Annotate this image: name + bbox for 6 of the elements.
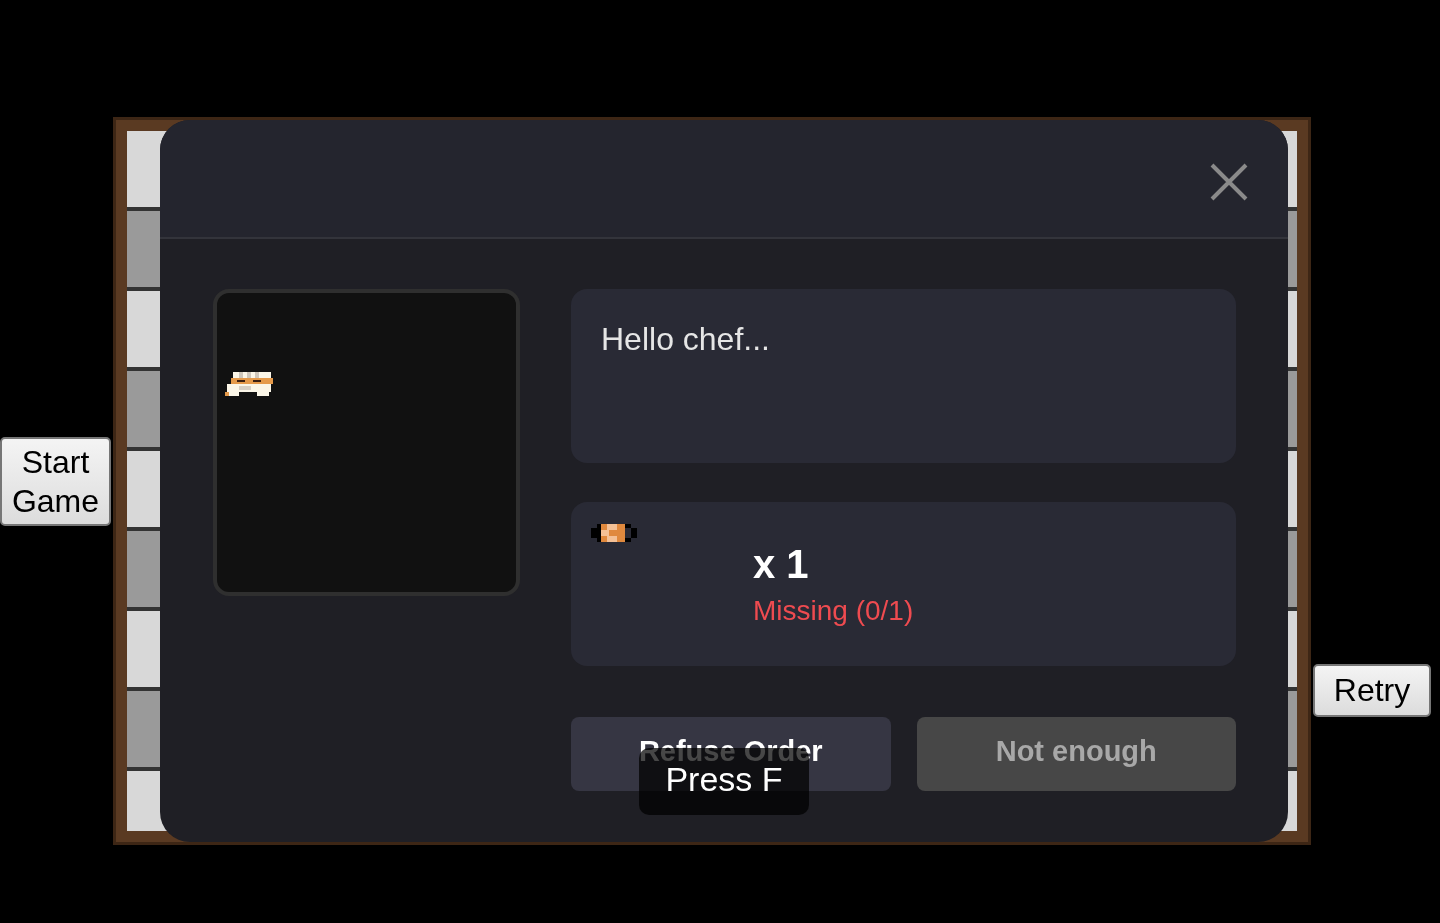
message-text: Hello chef...: [571, 289, 1236, 463]
start-game-button[interactable]: Start Game: [0, 437, 111, 526]
status-text: Missing (0/1): [753, 595, 914, 627]
retry-button[interactable]: Retry: [1313, 664, 1431, 717]
quantity-text: x 1: [753, 542, 809, 587]
close-icon[interactable]: [1210, 162, 1248, 201]
